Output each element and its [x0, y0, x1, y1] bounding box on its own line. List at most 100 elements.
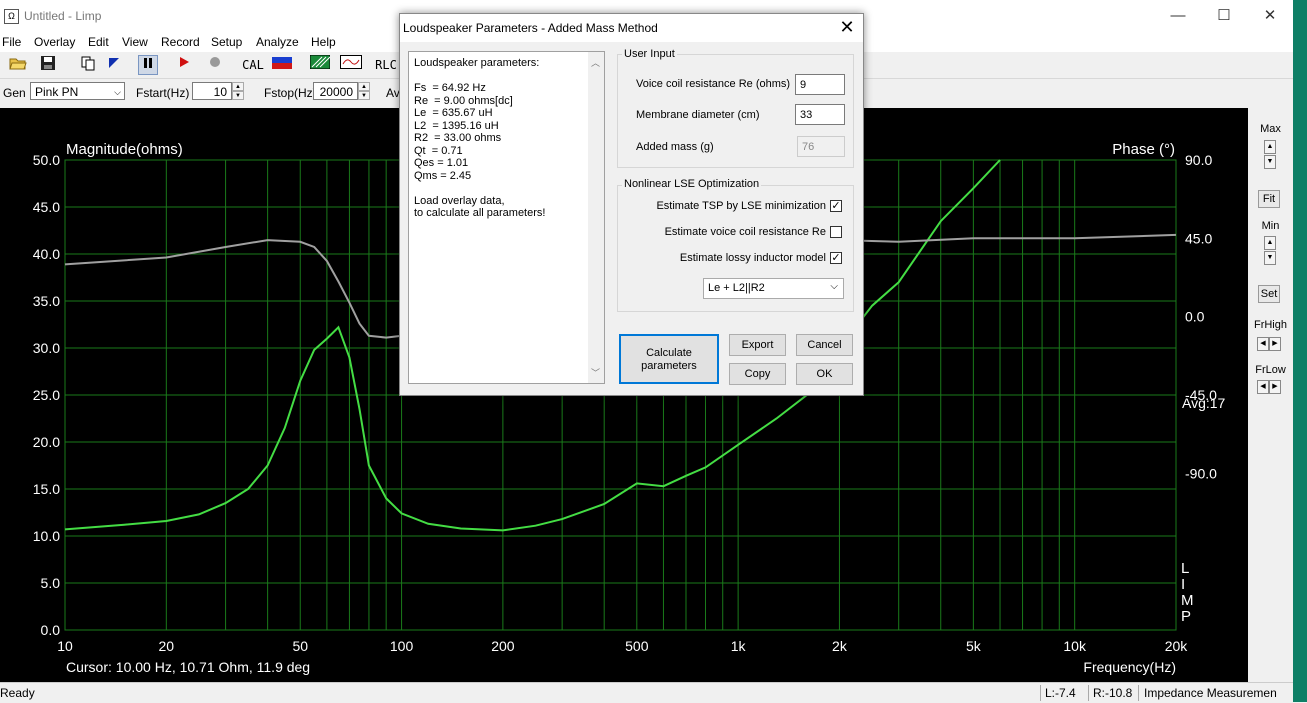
chk-lossy-label: Estimate lossy inductor model [679, 252, 826, 264]
spin-down-icon[interactable]: ▼ [232, 91, 244, 100]
cancel-button[interactable]: Cancel [796, 334, 853, 356]
hatch-pattern-icon[interactable] [309, 54, 331, 75]
menu-record[interactable]: Record [161, 35, 200, 49]
calculate-parameters-button[interactable]: Calculate parameters [619, 334, 719, 384]
scroll-down-icon[interactable]: ﹀ [591, 366, 600, 379]
y-tick-label: 10.0 [33, 528, 60, 544]
y-tick-label: 20.0 [33, 434, 60, 450]
x-tick-label: 1k [731, 638, 747, 654]
frequency-axis-label: Frequency(Hz) [1083, 659, 1176, 675]
color-bar-icon[interactable] [272, 55, 292, 75]
status-mode: Impedance Measuremen [1144, 686, 1277, 700]
max-up-icon[interactable]: ▲ [1264, 140, 1276, 154]
min-label: Min [1261, 220, 1280, 232]
rlc-button[interactable]: RLC [374, 55, 398, 75]
generator-select[interactable]: Pink PN ⌵ [30, 82, 125, 100]
x-tick-label: 50 [292, 638, 308, 654]
save-disk-icon[interactable] [38, 55, 58, 75]
maximize-icon[interactable]: ☐ [1201, 0, 1247, 32]
x-tick-label: 5k [966, 638, 982, 654]
y-tick-label: 40.0 [33, 246, 60, 262]
diameter-label: Membrane diameter (cm) [636, 109, 760, 121]
status-divider [1138, 685, 1139, 701]
fstart-label: Fstart(Hz) [136, 86, 190, 100]
status-l-value: L:-7.4 [1045, 686, 1076, 700]
min-up-icon[interactable]: ▲ [1264, 236, 1276, 250]
frlow-right-icon[interactable]: ▶ [1269, 380, 1281, 394]
ok-button[interactable]: OK [796, 363, 853, 385]
max-down-icon[interactable]: ▼ [1264, 155, 1276, 169]
menu-overlay[interactable]: Overlay [34, 35, 75, 49]
min-down-icon[interactable]: ▼ [1264, 251, 1276, 265]
diameter-input[interactable]: 33 [795, 104, 845, 125]
export-button[interactable]: Export [729, 334, 786, 356]
y-tick-label: 45.0 [33, 199, 60, 215]
fstart-spinner[interactable]: ▲ ▼ [232, 82, 244, 100]
open-folder-icon[interactable] [8, 55, 28, 75]
avg-label: Av [386, 86, 400, 100]
x-tick-label: 100 [390, 638, 414, 654]
checkbox-re[interactable] [830, 226, 842, 238]
re-label: Voice coil resistance Re (ohms) [636, 78, 791, 90]
x-tick-label: 10 [57, 638, 73, 654]
results-textbox[interactable]: Loudspeaker parameters: Fs = 64.92 Hz Re… [408, 51, 605, 384]
menu-analyze[interactable]: Analyze [256, 35, 299, 49]
spin-up-icon[interactable]: ▲ [232, 82, 244, 91]
results-scrollbar[interactable]: ︿ ﹀ [588, 52, 604, 383]
pause-icon[interactable] [138, 55, 158, 75]
status-divider [1040, 685, 1041, 701]
fit-button[interactable]: Fit [1258, 190, 1280, 208]
menu-file[interactable]: File [2, 35, 21, 49]
fstart-input[interactable]: 10 [192, 82, 232, 100]
status-ready: Ready [0, 686, 35, 700]
play-icon[interactable] [174, 55, 194, 75]
x-tick-label: 20 [159, 638, 175, 654]
close-icon[interactable]: ✕ [1247, 0, 1293, 32]
checkbox-tsp[interactable]: ✓ [830, 200, 842, 212]
checkbox-lossy[interactable]: ✓ [830, 252, 842, 264]
menu-help[interactable]: Help [311, 35, 336, 49]
menu-view[interactable]: View [122, 35, 148, 49]
y-tick-label: 35.0 [33, 293, 60, 309]
scale-panel: Max ▲ ▼ Fit Min ▲ ▼ Set FrHigh ◀ ▶ FrLow… [1248, 108, 1293, 682]
dialog-title: Loudspeaker Parameters - Added Mass Meth… [403, 21, 658, 35]
phase-axis-title: Phase (°) [1112, 141, 1175, 158]
magnitude-axis-title: Magnitude(ohms) [66, 141, 183, 158]
fstop-spinner[interactable]: ▲ ▼ [358, 82, 370, 100]
added-mass-input[interactable]: 76 [797, 136, 845, 157]
frhigh-right-icon[interactable]: ▶ [1269, 337, 1281, 351]
copy-icon[interactable] [78, 55, 98, 75]
chk-re-label: Estimate voice coil resistance Re [664, 226, 826, 238]
lse-group-label: Nonlinear LSE Optimization [622, 178, 762, 190]
user-input-group-label: User Input [622, 48, 677, 60]
x-tick-label: 2k [832, 638, 848, 654]
close-icon[interactable]: ✕ [832, 14, 862, 42]
avg-readout: Avg:17 [1182, 395, 1226, 411]
copy-button[interactable]: Copy [729, 363, 786, 385]
y-tick-label: 50.0 [33, 152, 60, 168]
cal-button[interactable]: CAL [240, 55, 266, 75]
frlow-left-icon[interactable]: ◀ [1257, 380, 1269, 394]
record-icon[interactable] [205, 55, 225, 75]
minimize-icon[interactable]: — [1155, 0, 1201, 32]
re-input[interactable]: 9 [795, 74, 845, 95]
cursor-arrow-icon[interactable] [104, 55, 124, 75]
y-tick-label: 30.0 [33, 340, 60, 356]
menu-edit[interactable]: Edit [88, 35, 109, 49]
fstop-input[interactable]: 20000 [313, 82, 358, 100]
scroll-up-icon[interactable]: ︿ [591, 56, 600, 69]
spin-down-icon[interactable]: ▼ [358, 91, 370, 100]
menu-setup[interactable]: Setup [211, 35, 242, 49]
set-button[interactable]: Set [1258, 285, 1280, 303]
chk-tsp-label: Estimate TSP by LSE minimization [656, 200, 826, 212]
frhigh-left-icon[interactable]: ◀ [1257, 337, 1269, 351]
loudspeaker-parameters-dialog: Loudspeaker Parameters - Added Mass Meth… [399, 13, 864, 396]
x-tick-label: 200 [491, 638, 515, 654]
y-tick-label: 15.0 [33, 481, 60, 497]
wave-icon[interactable] [340, 55, 362, 75]
spin-up-icon[interactable]: ▲ [358, 82, 370, 91]
model-select[interactable]: Le + L2||R2 ⌵ [703, 278, 844, 299]
y-tick-label: 0.0 [41, 622, 61, 638]
cursor-readout: Cursor: 10.00 Hz, 10.71 Ohm, 11.9 deg [66, 659, 310, 675]
phase-tick-label: -90.0 [1185, 465, 1217, 481]
